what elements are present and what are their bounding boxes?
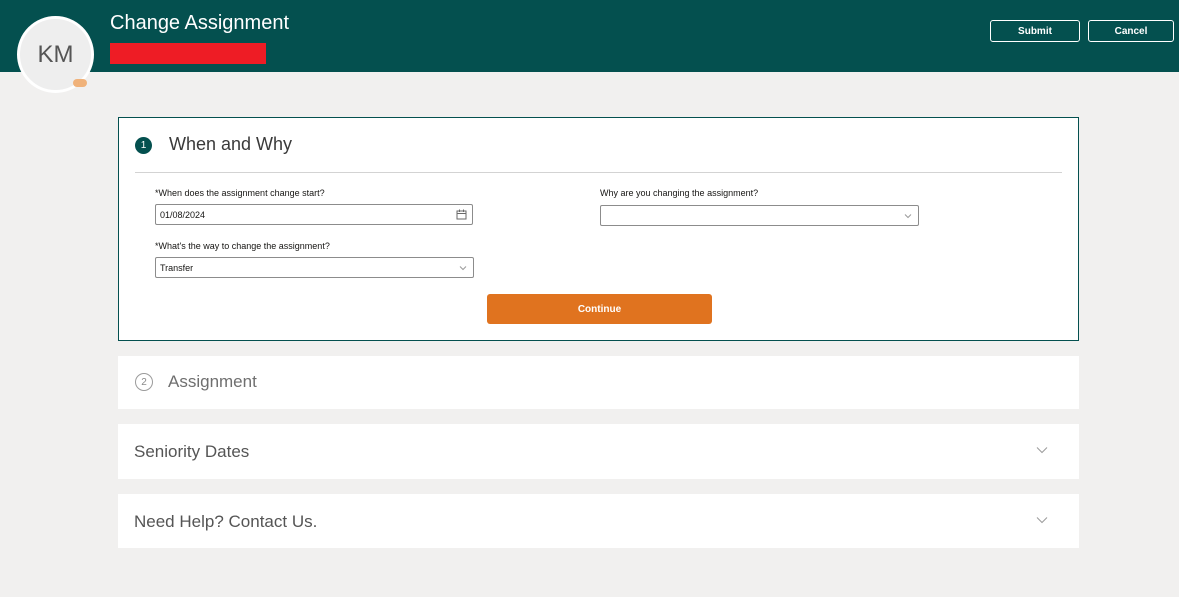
submit-button[interactable]: Submit — [990, 20, 1080, 42]
continue-button[interactable]: Continue — [487, 294, 712, 324]
way-label: *What's the way to change the assignment… — [155, 241, 330, 251]
need-help-section[interactable]: Need Help? Contact Us. — [118, 494, 1079, 548]
redacted-name — [110, 43, 266, 64]
chevron-down-icon — [904, 214, 912, 219]
way-select[interactable]: Transfer — [155, 257, 474, 278]
when-and-why-section: 1 When and Why *When does the assignment… — [118, 117, 1079, 341]
seniority-dates-section[interactable]: Seniority Dates — [118, 424, 1079, 479]
chevron-down-icon[interactable] — [1036, 446, 1048, 454]
start-date-label: *When does the assignment change start? — [155, 188, 325, 198]
calendar-icon[interactable] — [456, 209, 467, 220]
seniority-dates-title: Seniority Dates — [134, 442, 250, 461]
avatar-badge-icon — [73, 79, 87, 87]
step-title-assignment: Assignment — [168, 372, 257, 391]
reason-label: Why are you changing the assignment? — [600, 188, 759, 198]
step-number-1: 1 — [135, 137, 152, 154]
avatar-initials: KM — [37, 40, 74, 68]
start-date-value: 01/08/2024 — [160, 209, 206, 220]
step-number-2: 2 — [135, 373, 153, 391]
assignment-section[interactable]: 2 Assignment — [118, 356, 1079, 409]
chevron-down-icon[interactable] — [1036, 516, 1048, 524]
start-date-input[interactable]: 01/08/2024 — [155, 204, 473, 225]
section-divider — [135, 172, 1062, 173]
page-title: Change Assignment — [110, 12, 290, 34]
need-help-title: Need Help? Contact Us. — [134, 512, 318, 531]
chevron-down-icon — [459, 266, 467, 271]
step-title-when-and-why: When and Why — [169, 134, 293, 154]
reason-select[interactable] — [600, 205, 919, 226]
cancel-button[interactable]: Cancel — [1088, 20, 1174, 42]
way-value: Transfer — [160, 262, 194, 273]
page-header: Change Assignment Submit Cancel — [0, 0, 1179, 72]
